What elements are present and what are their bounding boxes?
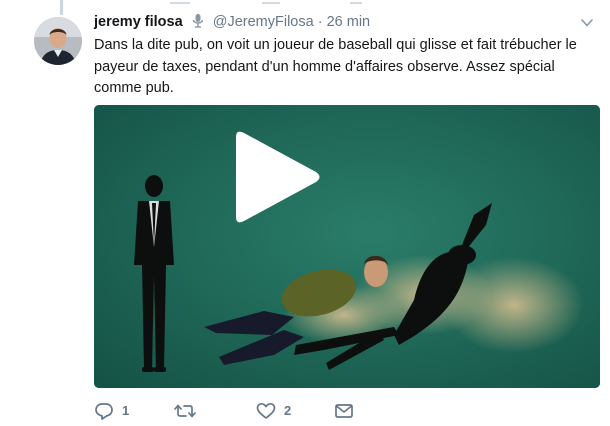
reply-icon xyxy=(95,403,113,420)
video-thumbnail xyxy=(94,105,600,388)
like-count: 2 xyxy=(284,403,292,418)
like-button[interactable]: 2 xyxy=(256,400,306,422)
previous-tweet-edge xyxy=(0,0,610,15)
tweet-text: Dans la dite pub, on voit un joueur de b… xyxy=(94,37,577,96)
heart-icon xyxy=(256,402,276,419)
reply-button[interactable]: 1 xyxy=(94,400,144,422)
tweet-header: jeremy filosa @JeremyFilosa · 26 min xyxy=(94,12,370,32)
retweet-button[interactable] xyxy=(174,400,224,422)
previous-action-remnant xyxy=(170,2,190,4)
microphone-icon xyxy=(191,13,205,29)
previous-action-remnant xyxy=(350,2,362,4)
avatar[interactable] xyxy=(34,17,82,65)
previous-action-remnant xyxy=(262,2,280,4)
tweet-timestamp[interactable]: 26 min xyxy=(327,14,371,30)
author-handle[interactable]: @JeremyFilosa xyxy=(213,14,314,30)
direct-message-button[interactable] xyxy=(334,400,364,422)
envelope-icon xyxy=(335,404,353,418)
chevron-down-icon[interactable] xyxy=(580,16,594,28)
author-name[interactable]: jeremy filosa xyxy=(94,14,183,30)
tweet-actions: 1 2 xyxy=(94,400,394,422)
retweet-icon xyxy=(174,404,196,418)
video-player[interactable] xyxy=(94,105,600,388)
header-separator: · xyxy=(317,14,323,30)
reply-count: 1 xyxy=(122,403,130,418)
thread-line xyxy=(60,0,63,15)
